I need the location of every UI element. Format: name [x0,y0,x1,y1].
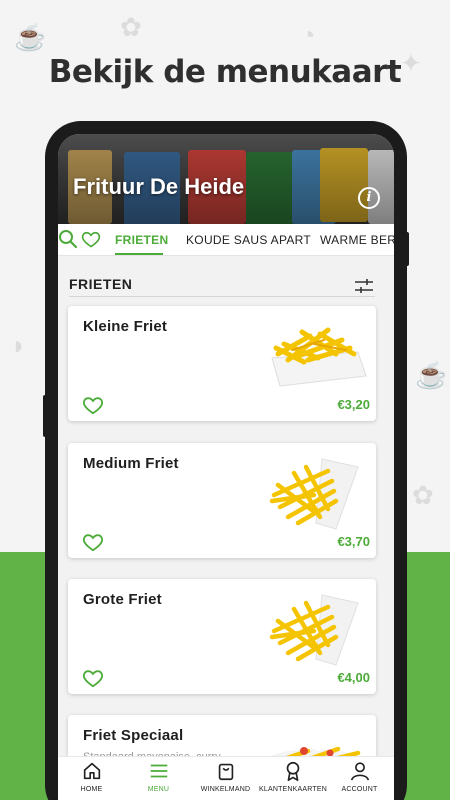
page-headline: Bekijk de menukaart [48,54,402,90]
doodle-pattern: ◑ [8,330,24,360]
menu-icon [150,764,167,778]
product-name: Friet Speciaal [83,727,184,744]
badge-icon [286,761,299,781]
search-icon[interactable] [58,229,78,249]
store-hero-banner: Frituur De Heide i [58,134,394,224]
nav-label: KLANTENKAARTEN [259,786,328,793]
category-tab-bar: FRIETEN KOUDE SAUS APART WARME BERE [58,224,394,256]
product-card[interactable]: Grote Friet €4,00 [68,579,376,694]
product-price: €3,20 [337,397,370,412]
nav-home[interactable]: HOME [58,760,125,793]
favorites-heart-icon[interactable] [81,229,101,249]
doodle-pattern: ✿ [412,480,434,510]
product-price: €4,00 [337,670,370,685]
doodle-pattern: ◔ [300,20,316,50]
doodle-pattern: ✿ [120,12,142,42]
active-tab-indicator [115,253,163,255]
favorite-heart-icon[interactable] [82,668,104,688]
info-icon[interactable]: i [358,187,380,209]
product-name: Medium Friet [83,455,179,472]
favorite-heart-icon[interactable] [82,395,104,415]
nav-label: MENU [147,786,170,793]
nav-account[interactable]: ACCOUNT [326,760,393,793]
fries-cone-image [269,458,359,530]
nav-label: WINKELMAND [200,786,251,793]
product-card[interactable]: Kleine Friet €3,20 [68,306,376,421]
product-card[interactable]: Medium Friet €3,70 [68,443,376,558]
bag-icon [218,763,233,781]
product-name: Kleine Friet [83,318,168,335]
section-divider [69,296,375,297]
nav-label: HOME [80,786,103,793]
account-icon [350,762,369,781]
tab-koude-saus-apart[interactable]: KOUDE SAUS APART [186,233,311,247]
fries-cone-image [269,594,359,666]
bottom-navigation: HOME MENU WINKELMAND KLANTENKAARTEN ACCO… [58,756,394,800]
tab-warme-bere[interactable]: WARME BERE [320,233,394,247]
nav-winkelmand[interactable]: WINKELMAND [192,760,259,793]
doodle-pattern: ☕ [14,22,47,52]
phone-side-button [405,232,409,266]
home-icon [83,762,100,780]
favorite-heart-icon[interactable] [82,532,104,552]
nav-label: ACCOUNT [341,786,378,793]
section-title: FRIETEN [69,276,133,292]
filter-sliders-icon[interactable] [354,278,374,294]
fries-tray-image [271,327,367,387]
nav-menu[interactable]: MENU [125,760,192,793]
app-screen: Frituur De Heide i FRIETEN KOUDE SAUS AP… [58,134,394,800]
phone-side-button [43,395,47,437]
store-title: Frituur De Heide [73,174,245,199]
product-name: Grote Friet [83,591,162,608]
product-price: €3,70 [337,534,370,549]
doodle-pattern: ☕ [415,360,448,390]
tab-frieten[interactable]: FRIETEN [115,233,168,247]
nav-klantenkaarten[interactable]: KLANTENKAARTEN [259,760,328,793]
